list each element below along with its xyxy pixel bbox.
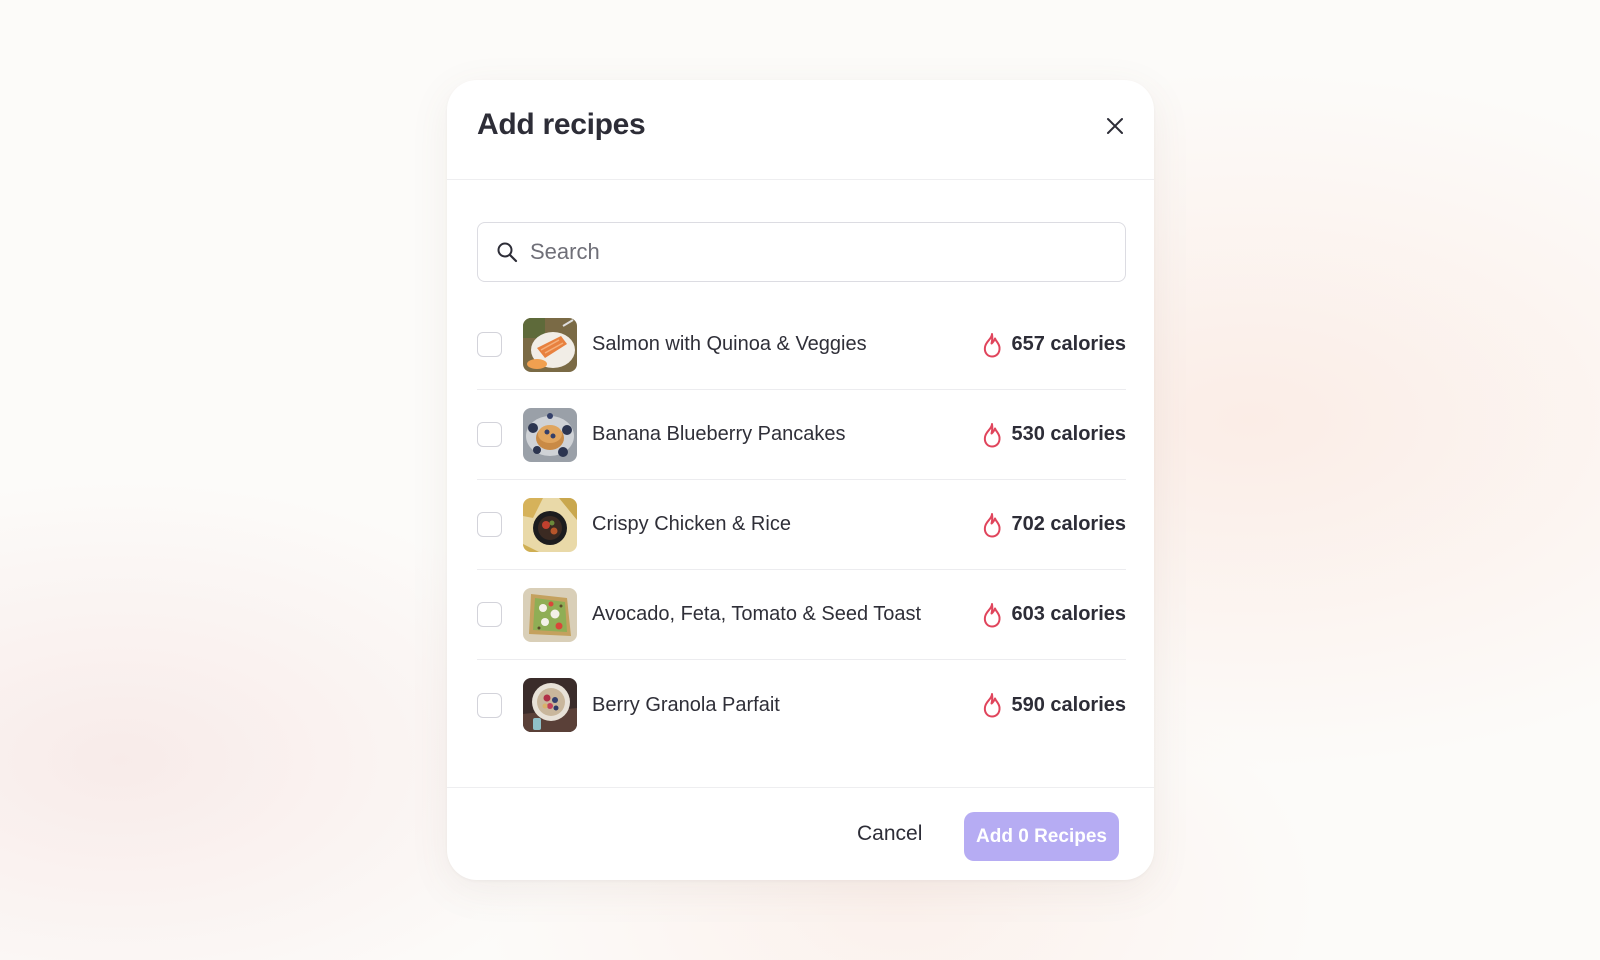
recipe-name: Avocado, Feta, Tomato & Seed Toast [592, 603, 922, 625]
chicken-rice-thumbnail [523, 497, 577, 552]
calories: 603 calories [981, 602, 1126, 628]
recipe-checkbox[interactable] [477, 602, 502, 627]
calories: 590 calories [981, 692, 1126, 718]
recipe-checkbox[interactable] [477, 512, 502, 537]
flame-icon [981, 692, 1003, 718]
search-input[interactable] [530, 223, 1125, 281]
flame-icon [981, 602, 1003, 628]
recipe-row[interactable]: Avocado, Feta, Tomato & Seed Toast 603 c… [477, 570, 1126, 660]
add-recipes-dialog: Add recipes Search Salmon with Quinoa & … [447, 80, 1154, 880]
dialog-title: Add recipes [477, 108, 646, 141]
calories-label: 603 calories [1011, 603, 1126, 625]
recipe-checkbox[interactable] [477, 332, 502, 357]
close-button[interactable] [1100, 111, 1130, 141]
avocado-toast-thumbnail [523, 587, 577, 642]
recipe-checkbox[interactable] [477, 692, 502, 718]
salmon-dish-thumbnail [523, 317, 577, 372]
recipe-row[interactable]: Crispy Chicken & Rice 702 calories [477, 480, 1126, 570]
flame-icon [981, 512, 1003, 538]
search-icon [496, 241, 518, 263]
calories-label: 590 calories [1011, 693, 1126, 716]
recipe-list: Salmon with Quinoa & Veggies 657 calorie… [477, 300, 1126, 750]
calories-label: 530 calories [1011, 423, 1126, 445]
flame-icon [981, 422, 1003, 448]
flame-icon [981, 332, 1003, 358]
parfait-thumbnail [523, 678, 577, 732]
recipe-name: Crispy Chicken & Rice [592, 513, 791, 535]
dialog-header: Add recipes [447, 80, 1154, 180]
calories-label: 702 calories [1011, 513, 1126, 535]
recipe-name: Banana Blueberry Pancakes [592, 423, 846, 445]
cancel-button[interactable]: Cancel [857, 822, 922, 846]
recipe-name: Salmon with Quinoa & Veggies [592, 333, 867, 355]
calories: 702 calories [981, 512, 1126, 538]
close-icon [1107, 118, 1123, 134]
recipe-row[interactable]: Berry Granola Parfait 590 calories [477, 660, 1126, 750]
calories: 530 calories [981, 422, 1126, 448]
calories: 657 calories [981, 332, 1126, 358]
recipe-row[interactable]: Banana Blueberry Pancakes 530 calories [477, 390, 1126, 480]
recipe-name: Berry Granola Parfait [592, 693, 780, 716]
add-recipes-button[interactable]: Add 0 Recipes [964, 812, 1119, 861]
recipe-row[interactable]: Salmon with Quinoa & Veggies 657 calorie… [477, 300, 1126, 390]
search-box [477, 222, 1126, 282]
dialog-footer: Cancel Add 0 Recipes [447, 787, 1154, 880]
calories-label: 657 calories [1011, 333, 1126, 355]
pancakes-thumbnail [523, 407, 577, 462]
recipe-checkbox[interactable] [477, 422, 502, 447]
